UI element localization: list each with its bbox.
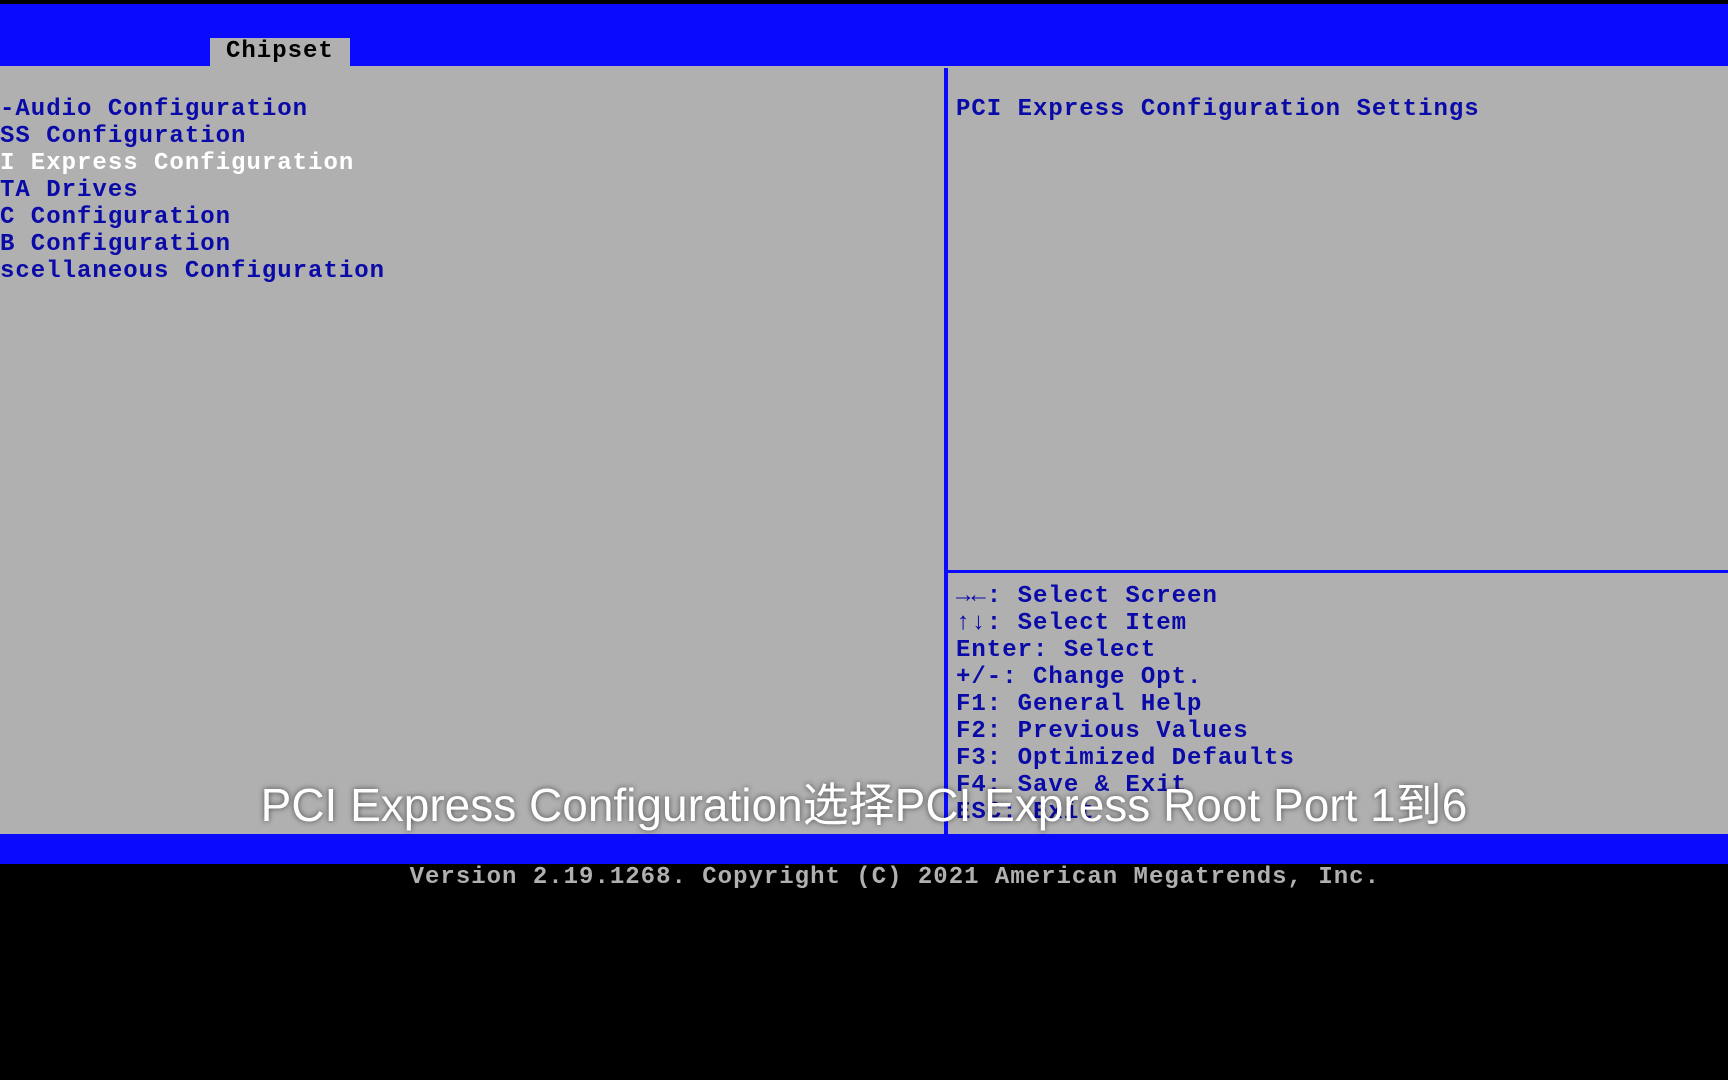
menu-item-audio[interactable]: -Audio Configuration	[0, 96, 944, 123]
version-text: Version 2.19.1268. Copyright (C) 2021 Am…	[410, 864, 1380, 891]
menu-item-c-config[interactable]: C Configuration	[0, 204, 944, 231]
key-save-exit: F4: Save & Exit	[956, 772, 1720, 799]
key-select-screen: →←: Select Screen	[956, 583, 1720, 610]
help-text: PCI Express Configuration Settings	[956, 96, 1720, 123]
key-help-block: →←: Select Screen ↑↓: Select Item Enter:…	[956, 583, 1720, 826]
key-general-help: F1: General Help	[956, 691, 1720, 718]
content-area: -Audio Configuration SS Configuration I …	[0, 66, 1728, 836]
tab-label: Chipset	[226, 38, 334, 65]
menu-item-misc-config[interactable]: scellaneous Configuration	[0, 258, 944, 285]
key-enter: Enter: Select	[956, 637, 1720, 664]
menu-item-ta-drives[interactable]: TA Drives	[0, 177, 944, 204]
footer-bar: Version 2.19.1268. Copyright (C) 2021 Am…	[0, 836, 1728, 864]
bios-screen: Aptio Setup Utility – Copyright (C) 2021…	[0, 4, 1728, 864]
menu-item-ss[interactable]: SS Configuration	[0, 123, 944, 150]
help-pane: PCI Express Configuration Settings →←: S…	[948, 68, 1728, 834]
tab-bar[interactable]: Chipset	[0, 38, 1728, 66]
key-esc-exit: ESC: Exit	[956, 799, 1720, 826]
title-bar: Aptio Setup Utility – Copyright (C) 2021…	[0, 4, 1728, 38]
menu-item-pci-express[interactable]: I Express Configuration	[0, 150, 944, 177]
key-select-item: ↑↓: Select Item	[956, 610, 1720, 637]
menu-item-b-config[interactable]: B Configuration	[0, 231, 944, 258]
key-optimized-defaults: F3: Optimized Defaults	[956, 745, 1720, 772]
help-divider	[948, 570, 1728, 573]
key-previous-values: F2: Previous Values	[956, 718, 1720, 745]
key-change-opt: +/-: Change Opt.	[956, 664, 1720, 691]
tab-chipset[interactable]: Chipset	[210, 38, 350, 66]
menu-pane: -Audio Configuration SS Configuration I …	[0, 68, 948, 834]
